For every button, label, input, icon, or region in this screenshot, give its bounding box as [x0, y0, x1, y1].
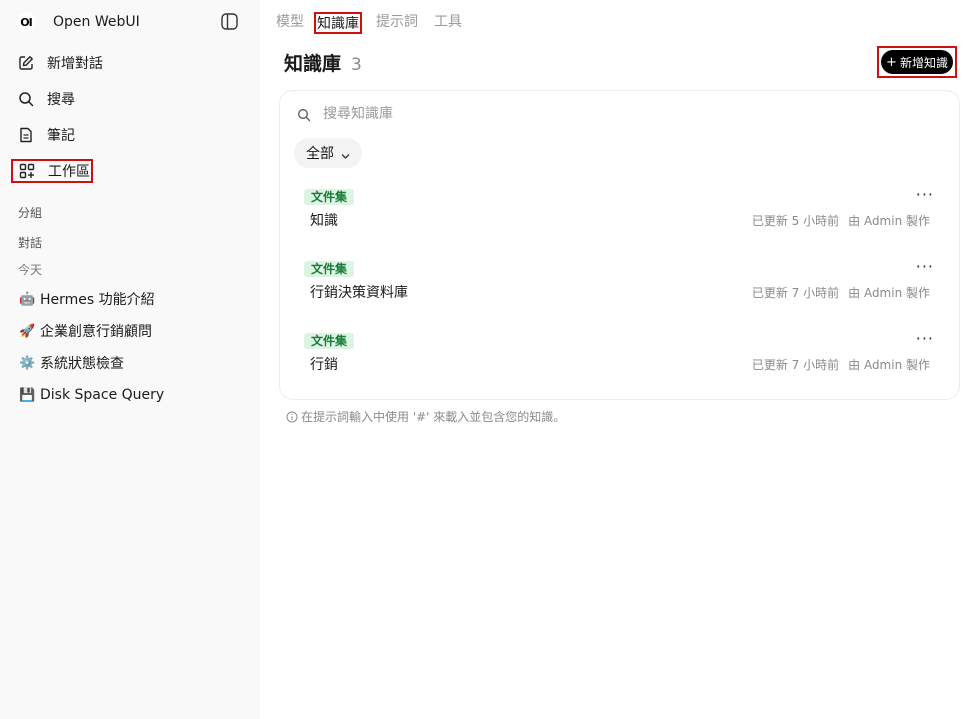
chat-title: 系統狀態檢查: [40, 356, 124, 372]
created-by: 由 Admin 製作: [848, 214, 930, 228]
workspace-tabs: 模型 知識庫 提示詞 工具: [276, 12, 478, 34]
knowledge-search-input[interactable]: [323, 103, 923, 125]
knowledge-name: 知識: [310, 213, 338, 229]
chat-emoji: 🚀: [19, 323, 36, 339]
knowledge-item[interactable]: 文件集 行銷決策資料庫 ··· 已更新 7 小時前 由 Admin 製作: [302, 257, 942, 317]
knowledge-name: 行銷: [310, 357, 338, 373]
chat-emoji: 🤖: [19, 291, 36, 307]
created-by: 由 Admin 製作: [848, 358, 930, 372]
tab-prompts[interactable]: 提示詞: [376, 12, 418, 34]
chat-title: Hermes 功能介紹: [40, 292, 155, 308]
hint-text: 在提示詞輸入中使用 '#' 來載入並包含您的知識。: [301, 410, 566, 424]
knowledge-meta: 已更新 7 小時前 由 Admin 製作: [752, 356, 930, 373]
updated-time: 已更新 5 小時前: [751, 214, 840, 228]
sidebar-item-workspace[interactable]: 工作區: [11, 159, 93, 183]
page-title-text: 知識庫: [284, 53, 342, 75]
search-icon: [16, 89, 36, 109]
sidebar-item-label: 搜尋: [47, 92, 75, 108]
new-knowledge-label: 新增知識: [899, 55, 948, 70]
chat-item[interactable]: 💾 Disk Space Query: [19, 385, 164, 405]
info-icon: [286, 411, 298, 423]
collection-badge: 文件集: [304, 189, 355, 205]
chat-emoji: ⚙️: [19, 355, 36, 371]
knowledge-item[interactable]: 文件集 知識 ··· 已更新 5 小時前 由 Admin 製作: [302, 185, 942, 245]
updated-time: 已更新 7 小時前: [751, 286, 840, 300]
knowledge-item[interactable]: 文件集 行銷 ··· 已更新 7 小時前 由 Admin 製作: [302, 329, 942, 389]
search-icon: [297, 107, 311, 122]
ellipsis-menu-icon[interactable]: ···: [916, 185, 934, 204]
knowledge-meta: 已更新 7 小時前 由 Admin 製作: [752, 284, 930, 301]
filter-dropdown[interactable]: 全部: [294, 138, 362, 168]
sidebar-item-label: 工作區: [48, 164, 90, 180]
chat-item[interactable]: 🤖 Hermes 功能介紹: [19, 289, 155, 309]
section-groups[interactable]: 分組: [18, 204, 42, 221]
knowledge-hint: 在提示詞輸入中使用 '#' 來載入並包含您的知識。: [286, 408, 565, 425]
knowledge-name: 行銷決策資料庫: [310, 285, 408, 301]
filter-label: 全部: [306, 146, 334, 162]
new-knowledge-button-highlight: + 新增知識: [877, 46, 957, 78]
sidebar-item-notes[interactable]: 筆記: [12, 123, 75, 147]
sidebar-item-new-chat[interactable]: 新增對話: [12, 51, 103, 75]
brand[interactable]: OI Open WebUI: [16, 10, 140, 34]
knowledge-count: 3: [351, 55, 362, 75]
tab-tools[interactable]: 工具: [434, 12, 462, 34]
chat-item[interactable]: 🚀 企業創意行銷顧問: [19, 321, 152, 341]
knowledge-meta: 已更新 5 小時前 由 Admin 製作: [752, 212, 930, 229]
chat-item[interactable]: ⚙️ 系統狀態檢查: [19, 353, 124, 373]
section-chats[interactable]: 對話: [18, 234, 42, 251]
sidebar-item-search[interactable]: 搜尋: [12, 87, 75, 111]
app-name: Open WebUI: [53, 14, 140, 30]
chat-title: 企業創意行銷顧問: [40, 324, 152, 340]
plus-icon: +: [886, 54, 897, 70]
chat-title: Disk Space Query: [40, 387, 165, 403]
workspace-grid-icon: [17, 161, 37, 181]
knowledge-card: 全部 文件集 知識 ··· 已更新 5 小時前 由 Admin 製作 文件集 行…: [279, 90, 960, 400]
pencil-square-icon: [16, 53, 36, 73]
created-by: 由 Admin 製作: [848, 286, 930, 300]
page-title: 知識庫 3: [284, 49, 362, 76]
sidebar-item-label: 筆記: [47, 128, 75, 144]
note-icon: [16, 125, 36, 145]
open-webui-logo: OI: [16, 12, 36, 32]
updated-time: 已更新 7 小時前: [751, 358, 840, 372]
new-knowledge-button[interactable]: + 新增知識: [881, 50, 953, 74]
tab-models[interactable]: 模型: [276, 12, 304, 34]
chat-emoji: 💾: [19, 387, 36, 403]
sidebar-toggle-icon[interactable]: [221, 13, 238, 30]
collection-badge: 文件集: [304, 261, 355, 277]
sidebar-item-label: 新增對話: [47, 56, 103, 72]
ellipsis-menu-icon[interactable]: ···: [916, 257, 934, 276]
tab-knowledge[interactable]: 知識庫: [314, 12, 362, 34]
section-today: 今天: [18, 263, 43, 277]
chevron-down-icon: [341, 149, 350, 159]
collection-badge: 文件集: [304, 333, 355, 349]
sidebar: OI Open WebUI 新增對話 搜尋 筆記 工作區 分組 對話 今天 🤖 …: [0, 0, 260, 719]
ellipsis-menu-icon[interactable]: ···: [916, 329, 934, 348]
